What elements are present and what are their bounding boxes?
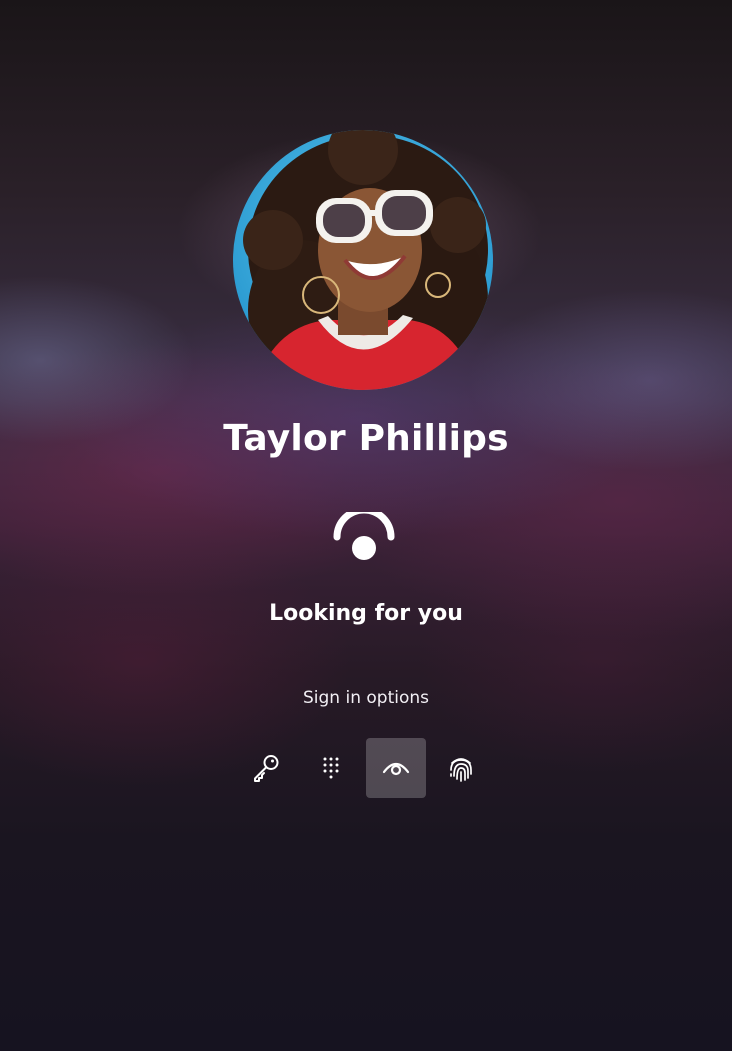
status-text: Looking for you — [269, 601, 463, 626]
fingerprint-icon — [450, 758, 472, 782]
password-option-button[interactable] — [236, 738, 296, 798]
fingerprint-option-button[interactable] — [431, 738, 491, 798]
user-name: Taylor Phillips — [223, 418, 509, 459]
key-icon — [254, 755, 279, 782]
sign-in-options — [236, 738, 496, 798]
face-recognition-icon — [332, 506, 396, 562]
face-option-button[interactable] — [366, 738, 426, 798]
keypad-icon — [323, 757, 339, 779]
user-photo — [233, 130, 493, 390]
avatar — [233, 130, 493, 390]
eye-icon — [382, 762, 410, 776]
sign-in-options-label[interactable]: Sign in options — [0, 688, 732, 708]
pin-option-button[interactable] — [301, 738, 361, 798]
